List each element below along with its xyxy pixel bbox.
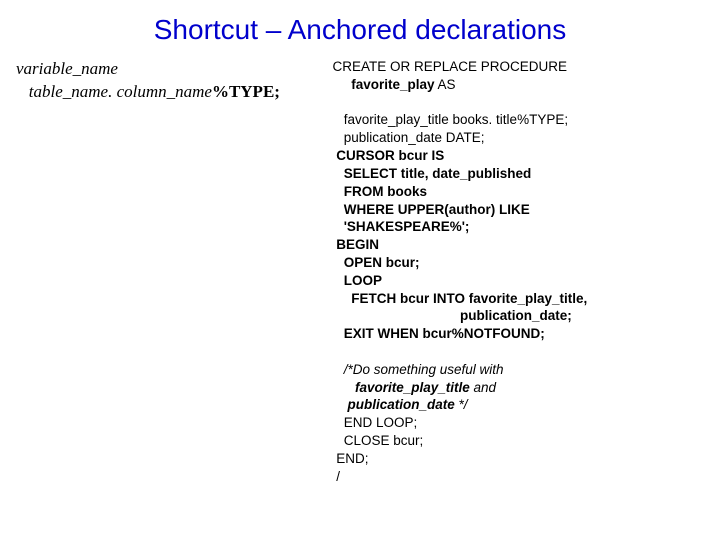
code-l03a: favorite_play_title books. title%TYPE; (332, 112, 568, 127)
content-columns: variable_name table_name. column_name%TY… (0, 52, 720, 486)
code-l06: SELECT title, date_published (332, 166, 531, 181)
code-l01c: AS (435, 77, 456, 92)
code-l12: LOOP (332, 273, 382, 288)
slide: Shortcut – Anchored declarations variabl… (0, 0, 720, 540)
code-l21: / (332, 469, 340, 484)
syntax-block: variable_name table_name. column_name%TY… (16, 58, 332, 104)
code-l17a: /*Do something useful with (332, 362, 503, 377)
syntax-line-2a: table_name. column_name (16, 82, 212, 101)
code-l17e: */ (455, 397, 468, 412)
code-l13: FETCH bcur INTO favorite_play_title, (332, 291, 587, 306)
slide-title: Shortcut – Anchored declarations (0, 0, 720, 52)
code-l19: CLOSE bcur; (332, 433, 423, 448)
code-l18: END LOOP; (332, 415, 417, 430)
code-l01a: CREATE OR REPLACE PROCEDURE (332, 59, 567, 74)
code-block: CREATE OR REPLACE PROCEDURE favorite_pla… (332, 58, 704, 486)
code-l05: CURSOR bcur IS (332, 148, 444, 163)
syntax-type-suffix: %TYPE; (212, 82, 280, 101)
left-column: variable_name table_name. column_name%TY… (16, 52, 332, 486)
code-l04: publication_date DATE; (332, 130, 484, 145)
syntax-line-2: table_name. column_name%TYPE; (16, 81, 332, 104)
right-column: CREATE OR REPLACE PROCEDURE favorite_pla… (332, 52, 704, 486)
code-l15: EXIT WHEN bcur%NOTFOUND; (332, 326, 544, 341)
code-l17d: publication_date (332, 397, 454, 412)
syntax-line-1: variable_name (16, 58, 332, 81)
code-l09: 'SHAKESPEARE%'; (332, 219, 469, 234)
code-l17c: and (470, 380, 496, 395)
code-l14: publication_date; (332, 308, 571, 323)
code-l11: OPEN bcur; (332, 255, 419, 270)
code-l20: END; (332, 451, 368, 466)
code-l07: FROM books (332, 184, 427, 199)
code-l08: WHERE UPPER(author) LIKE (332, 202, 529, 217)
code-l01b: favorite_play (332, 77, 434, 92)
code-l17b: favorite_play_title (332, 380, 469, 395)
code-l10: BEGIN (332, 237, 379, 252)
